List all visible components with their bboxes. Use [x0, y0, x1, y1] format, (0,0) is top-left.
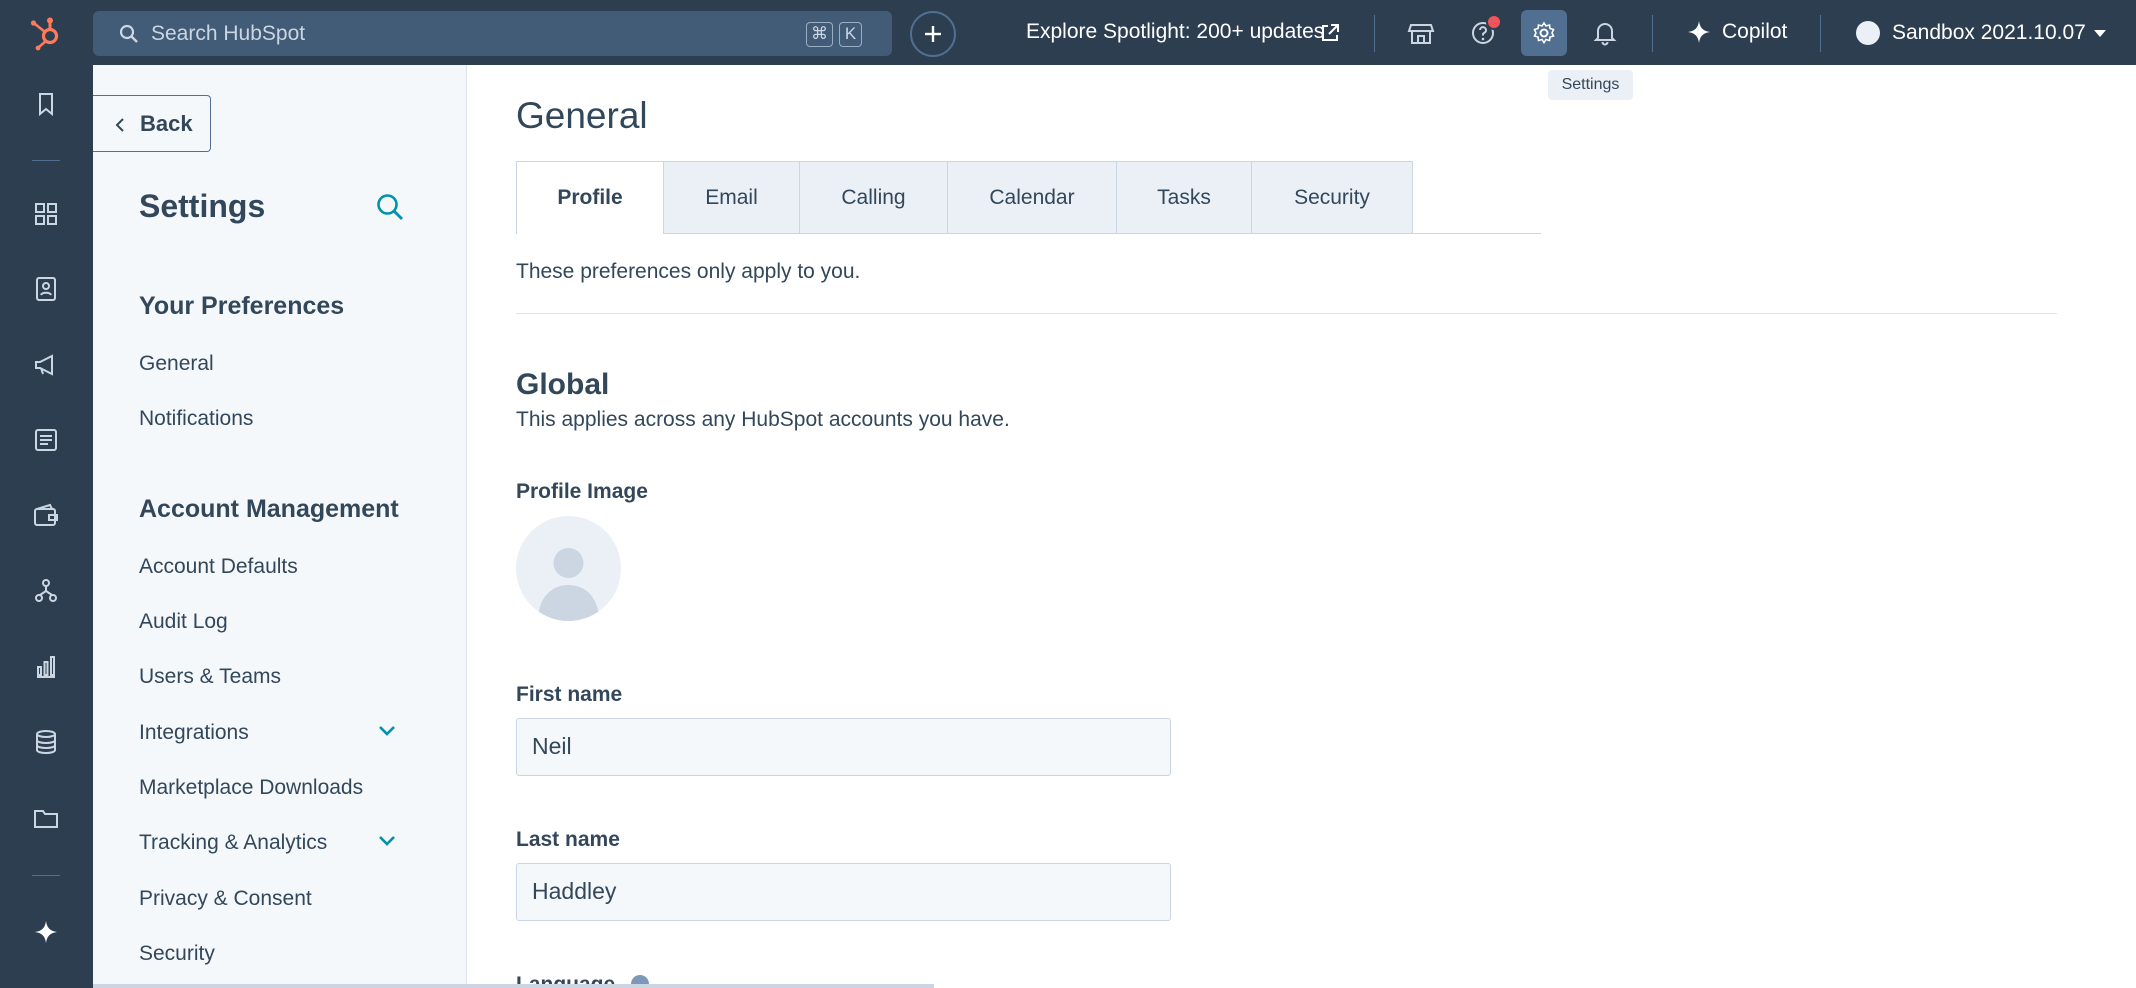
sidebar-item-security[interactable]: Security: [139, 942, 215, 966]
main-content: General Profile Email Calling Calendar T…: [467, 65, 2136, 988]
megaphone-icon[interactable]: [32, 351, 60, 379]
content-icon[interactable]: [32, 426, 60, 454]
left-rail: [0, 65, 93, 988]
settings-button[interactable]: [1521, 10, 1567, 56]
marketplace-icon[interactable]: [1407, 19, 1435, 47]
chevron-down-icon[interactable]: [378, 725, 396, 737]
tab-calendar[interactable]: Calendar: [948, 161, 1117, 234]
search-input[interactable]: Search HubSpot ⌘ K: [93, 11, 892, 56]
tab-bar: Profile Email Calling Calendar Tasks Sec…: [516, 161, 1413, 234]
sidebar-item-audit-log[interactable]: Audit Log: [139, 610, 228, 634]
sidebar-item-marketplace-downloads[interactable]: Marketplace Downloads: [139, 776, 363, 800]
rail-divider: [32, 160, 60, 161]
last-name-field[interactable]: Haddley: [516, 863, 1171, 921]
sidebar-item-privacy-consent[interactable]: Privacy & Consent: [139, 887, 312, 911]
caret-down-icon: [2094, 30, 2106, 37]
top-navigation: Search HubSpot ⌘ K Explore Spotlight: 20…: [0, 0, 2136, 65]
page-title: General: [516, 95, 648, 136]
external-link-icon: [1322, 24, 1339, 41]
profile-image-label: Profile Image: [516, 480, 648, 503]
user-silhouette-icon: [538, 548, 599, 621]
tab-email[interactable]: Email: [664, 161, 800, 234]
tabs-underline: [1038, 233, 1541, 234]
global-heading: Global: [516, 368, 610, 401]
search-placeholder: Search HubSpot: [151, 22, 306, 45]
apps-grid-icon[interactable]: [32, 200, 60, 228]
notification-badge: [1486, 14, 1502, 30]
sparkle-icon: [1688, 21, 1710, 43]
gear-icon: [1533, 21, 1555, 44]
folder-icon[interactable]: [32, 804, 60, 832]
search-icon: [119, 24, 138, 43]
last-name-label: Last name: [516, 828, 620, 851]
settings-sidebar: Back Settings Your Preferences General N…: [93, 65, 467, 988]
shortcut-cmd-key: ⌘: [806, 22, 833, 47]
sidebar-item-account-defaults[interactable]: Account Defaults: [139, 555, 298, 579]
reports-icon[interactable]: [32, 653, 60, 681]
tab-calling[interactable]: Calling: [800, 161, 948, 234]
back-label: Back: [140, 111, 193, 136]
commerce-wallet-icon[interactable]: [32, 502, 60, 530]
tab-tasks[interactable]: Tasks: [1117, 161, 1252, 234]
database-icon[interactable]: [32, 728, 60, 756]
first-name-field[interactable]: Neil: [516, 718, 1171, 776]
sparkle-icon[interactable]: [32, 918, 60, 946]
tab-security[interactable]: Security: [1252, 161, 1413, 234]
hubspot-logo-icon[interactable]: [28, 14, 66, 52]
sidebar-item-users-teams[interactable]: Users & Teams: [139, 665, 281, 689]
tab-profile[interactable]: Profile: [516, 161, 664, 234]
shortcut-k-key: K: [839, 22, 862, 47]
chevron-down-icon[interactable]: [378, 835, 396, 847]
divider: [1652, 15, 1653, 52]
rail-divider: [32, 875, 60, 876]
first-name-label: First name: [516, 683, 623, 706]
bookmark-icon[interactable]: [32, 90, 60, 118]
scroll-shadow: [93, 984, 934, 988]
preferences-note: These preferences only apply to you.: [516, 260, 861, 283]
spotlight-link[interactable]: Explore Spotlight: 200+ updates: [1026, 20, 1324, 44]
global-description: This applies across any HubSpot accounts…: [516, 408, 1010, 431]
divider: [516, 313, 2057, 314]
create-new-button[interactable]: [910, 11, 956, 57]
divider: [1374, 15, 1375, 52]
divider: [1820, 15, 1821, 52]
search-icon[interactable]: [375, 192, 405, 222]
sidebar-title: Settings: [139, 188, 266, 224]
back-button[interactable]: Back: [93, 95, 211, 152]
chevron-left-icon: [115, 118, 124, 132]
automation-icon[interactable]: [32, 577, 60, 605]
section-heading-your-preferences: Your Preferences: [139, 292, 345, 320]
account-name: Sandbox 2021.10.07: [1892, 21, 2086, 44]
profile-image-avatar[interactable]: [516, 516, 621, 621]
sidebar-item-integrations[interactable]: Integrations: [139, 721, 249, 745]
sidebar-item-tracking-analytics[interactable]: Tracking & Analytics: [139, 831, 327, 855]
sidebar-item-notifications[interactable]: Notifications: [139, 407, 253, 431]
sidebar-item-general[interactable]: General: [139, 352, 214, 376]
copilot-label: Copilot: [1722, 20, 1788, 43]
section-heading-account-management: Account Management: [139, 495, 399, 523]
plus-icon: [925, 26, 941, 42]
avatar: [1856, 21, 1880, 45]
bell-icon[interactable]: [1591, 19, 1619, 47]
contacts-icon[interactable]: [32, 275, 60, 303]
